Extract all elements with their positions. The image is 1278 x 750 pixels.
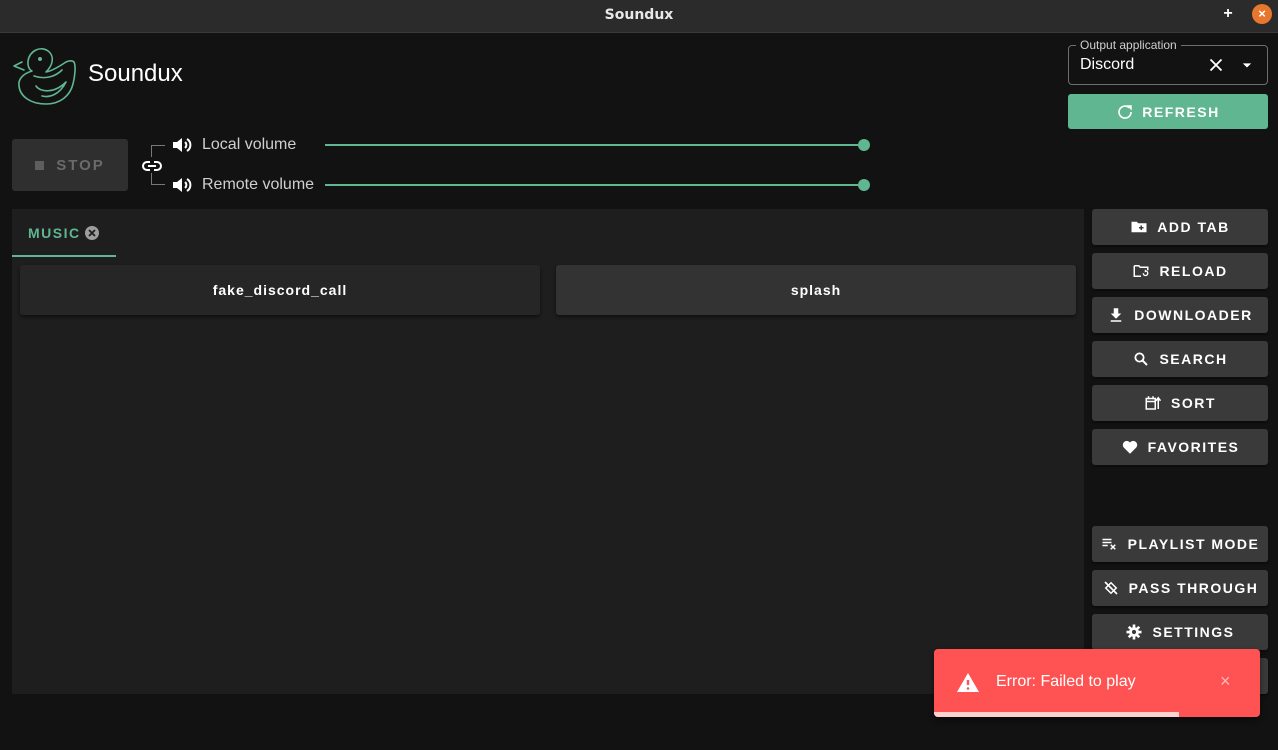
sort-button[interactable]: SORT	[1092, 385, 1268, 421]
favorites-label: FAVORITES	[1147, 439, 1240, 455]
stop-button[interactable]: STOP	[12, 139, 128, 191]
pass-through-icon	[1104, 581, 1118, 595]
output-application-label: Output application	[1076, 38, 1181, 52]
local-volume-slider[interactable]	[325, 139, 870, 151]
sound-button[interactable]: fake_discord_call	[20, 265, 540, 315]
app-name: Soundux	[88, 60, 183, 87]
heart-icon	[1122, 440, 1137, 454]
close-window-button[interactable]: ×	[1252, 4, 1272, 24]
duck-logo-icon	[13, 47, 76, 105]
link-icon[interactable]	[140, 154, 164, 178]
tab-music[interactable]: MUSIC	[12, 209, 116, 257]
window-title: Soundux	[604, 7, 674, 23]
toast-progress	[934, 712, 1179, 717]
settings-label: SETTINGS	[1152, 624, 1235, 640]
chevron-down-icon[interactable]	[1237, 55, 1257, 75]
output-application-value: Discord	[1080, 56, 1135, 73]
speaker-icon[interactable]	[170, 173, 194, 197]
refresh-icon	[1118, 104, 1133, 119]
reload-button[interactable]: RELOAD	[1092, 253, 1268, 289]
playlist-remove-icon	[1102, 538, 1116, 550]
refresh-button[interactable]: REFRESH	[1068, 94, 1268, 129]
toast-close-button[interactable]: ×	[1220, 671, 1231, 692]
pass-through-button[interactable]: PASS THROUGH	[1092, 570, 1268, 606]
sound-button[interactable]: splash	[556, 265, 1076, 315]
remote-volume-knob[interactable]	[858, 179, 870, 191]
output-application-select[interactable]: Output application Discord	[1068, 38, 1268, 85]
title-bar: Soundux + ×	[0, 0, 1278, 33]
folder-refresh-icon	[1133, 265, 1149, 277]
folder-plus-icon	[1131, 221, 1147, 233]
close-tab-icon[interactable]	[84, 225, 100, 241]
warning-icon	[957, 673, 979, 692]
refresh-label: REFRESH	[1142, 103, 1220, 120]
favorites-button[interactable]: FAVORITES	[1092, 429, 1268, 465]
remote-volume-slider[interactable]	[325, 179, 870, 191]
reload-label: RELOAD	[1159, 263, 1228, 279]
toast-message: Error: Failed to play	[996, 673, 1136, 690]
pass-through-label: PASS THROUGH	[1128, 580, 1259, 596]
search-button[interactable]: SEARCH	[1092, 341, 1268, 377]
local-volume-row: Local volume	[170, 133, 347, 157]
speaker-icon[interactable]	[170, 133, 194, 157]
stop-icon	[35, 160, 45, 170]
sort-calendar-icon	[1145, 396, 1162, 410]
search-icon	[1134, 352, 1149, 366]
downloader-label: DOWNLOADER	[1134, 307, 1253, 323]
add-tab-label: ADD TAB	[1157, 219, 1230, 235]
download-icon	[1111, 308, 1122, 322]
error-toast: Error: Failed to play ×	[934, 649, 1260, 717]
settings-button[interactable]: SETTINGS	[1092, 614, 1268, 650]
downloader-button[interactable]: DOWNLOADER	[1092, 297, 1268, 333]
tab-label: MUSIC	[28, 225, 81, 241]
stop-label: STOP	[56, 156, 105, 174]
playlist-mode-button[interactable]: PLAYLIST MODE	[1092, 526, 1268, 562]
local-volume-knob[interactable]	[858, 139, 870, 151]
playlist-mode-label: PLAYLIST MODE	[1127, 536, 1260, 552]
search-label: SEARCH	[1159, 351, 1228, 367]
clear-icon[interactable]	[1205, 54, 1227, 76]
gear-icon	[1126, 624, 1142, 640]
remote-volume-row: Remote volume	[170, 173, 347, 197]
sound-panel: MUSIC fake_discord_call splash	[12, 209, 1084, 694]
sort-label: SORT	[1171, 395, 1216, 411]
add-window-button[interactable]: +	[1219, 5, 1237, 23]
add-tab-button[interactable]: ADD TAB	[1092, 209, 1268, 245]
